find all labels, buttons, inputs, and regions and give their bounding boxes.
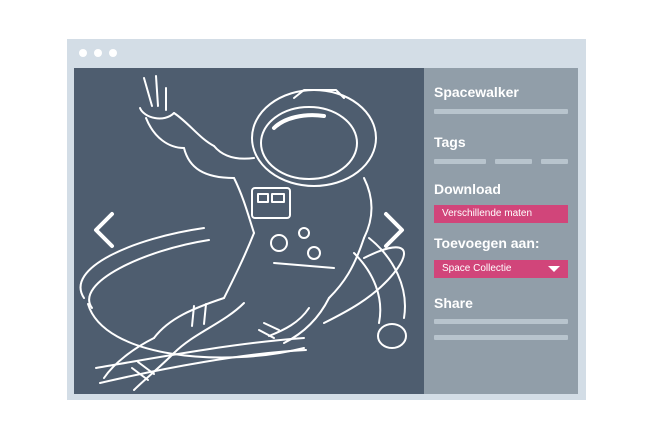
tag-item[interactable] — [541, 159, 568, 164]
tag-item[interactable] — [434, 159, 486, 164]
details-sidebar: Spacewalker Tags Download Verschillende … — [424, 68, 578, 394]
download-heading: Download — [434, 181, 501, 197]
image-title: Spacewalker — [434, 84, 519, 100]
share-heading: Share — [434, 295, 473, 311]
description-placeholder — [434, 109, 568, 114]
window-control-dot[interactable] — [79, 49, 87, 57]
download-sizes-button[interactable]: Verschillende maten — [434, 205, 568, 223]
window-control-dot[interactable] — [94, 49, 102, 57]
next-image-button[interactable] — [380, 208, 410, 252]
tag-item[interactable] — [495, 159, 532, 164]
share-link-placeholder[interactable] — [434, 335, 568, 340]
share-link-placeholder[interactable] — [434, 319, 568, 324]
chevron-left-icon — [94, 212, 114, 248]
collection-select[interactable]: Space Collectie — [434, 260, 568, 278]
chevron-right-icon — [384, 212, 404, 248]
tags-heading: Tags — [434, 134, 466, 150]
add-to-heading: Toevoegen aan: — [434, 235, 540, 251]
window-control-dot[interactable] — [109, 49, 117, 57]
collection-select-value: Space Collectie — [442, 263, 512, 274]
title-bar — [67, 39, 586, 67]
astronaut-illustration — [79, 75, 407, 391]
caret-down-icon — [548, 266, 560, 272]
previous-image-button[interactable] — [88, 208, 118, 252]
app-window: Spacewalker Tags Download Verschillende … — [67, 39, 586, 400]
image-viewer — [74, 68, 424, 394]
